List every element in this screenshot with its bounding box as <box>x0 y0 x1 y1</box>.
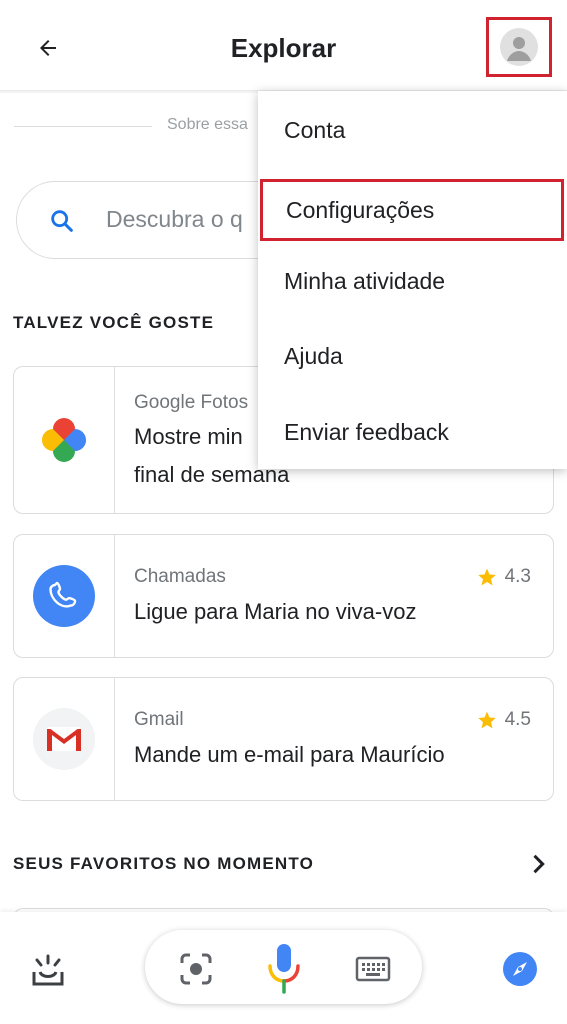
keyboard-icon <box>355 956 391 982</box>
search-input[interactable]: Descubra o q <box>106 206 243 233</box>
menu-item-settings[interactable]: Configurações <box>260 179 564 241</box>
card-app-name: Google Fotos <box>134 392 249 413</box>
snapshot-button[interactable] <box>26 950 70 990</box>
mic-button[interactable] <box>264 940 304 996</box>
card-app-name: Gmail <box>134 709 184 730</box>
suggestion-card-gmail[interactable]: Gmail Mande um e-mail para Maurício 4.5 <box>13 677 554 801</box>
explore-compass-icon <box>503 952 537 986</box>
snapshot-icon <box>32 954 64 986</box>
account-avatar-button[interactable] <box>486 17 552 77</box>
section-title-suggestions: TALVEZ VOCÊ GOSTE <box>13 313 215 332</box>
star-icon <box>477 711 496 729</box>
menu-item-help[interactable]: Ajuda <box>258 319 567 394</box>
card-command-line1: Ligue para Maria no viva-voz <box>134 599 417 624</box>
card-icon-column <box>14 367 115 513</box>
divider-line <box>14 126 152 127</box>
menu-item-feedback[interactable]: Enviar feedback <box>258 395 567 470</box>
rating-value: 4.3 <box>504 566 531 587</box>
card-command-line1: Mande um e-mail para Maurício <box>134 742 445 767</box>
keyboard-button[interactable] <box>351 949 395 989</box>
card-icon-column <box>14 535 115 657</box>
explore-button[interactable] <box>499 948 541 990</box>
about-link[interactable]: Sobre essa <box>167 116 248 134</box>
account-avatar-icon <box>500 28 538 66</box>
card-rating: 4.3 <box>477 566 531 588</box>
mic-icon <box>268 944 300 994</box>
menu-item-activity[interactable]: Minha atividade <box>258 244 567 319</box>
search-icon <box>48 207 76 235</box>
star-icon <box>477 568 496 586</box>
menu-item-account[interactable]: Conta <box>258 93 567 168</box>
section-title-favorites: SEUS FAVORITOS NO MOMENTO <box>13 854 315 873</box>
lens-icon <box>180 953 212 985</box>
suggestion-card-calls[interactable]: Chamadas Ligue para Maria no viva-voz 4.… <box>13 534 554 658</box>
card-command-line1: Mostre min <box>134 424 243 449</box>
card-rating: 4.5 <box>477 709 531 731</box>
google-photos-icon <box>42 418 86 462</box>
gmail-icon <box>33 708 95 770</box>
lens-button[interactable] <box>176 949 216 989</box>
phone-icon <box>33 565 95 627</box>
chevron-right-icon[interactable] <box>524 850 552 878</box>
account-menu: Conta Configurações Minha atividade Ajud… <box>258 91 567 469</box>
rating-value: 4.5 <box>504 709 531 730</box>
card-icon-column <box>14 678 115 800</box>
card-app-name: Chamadas <box>134 566 226 587</box>
page-title: Explorar <box>230 33 337 63</box>
